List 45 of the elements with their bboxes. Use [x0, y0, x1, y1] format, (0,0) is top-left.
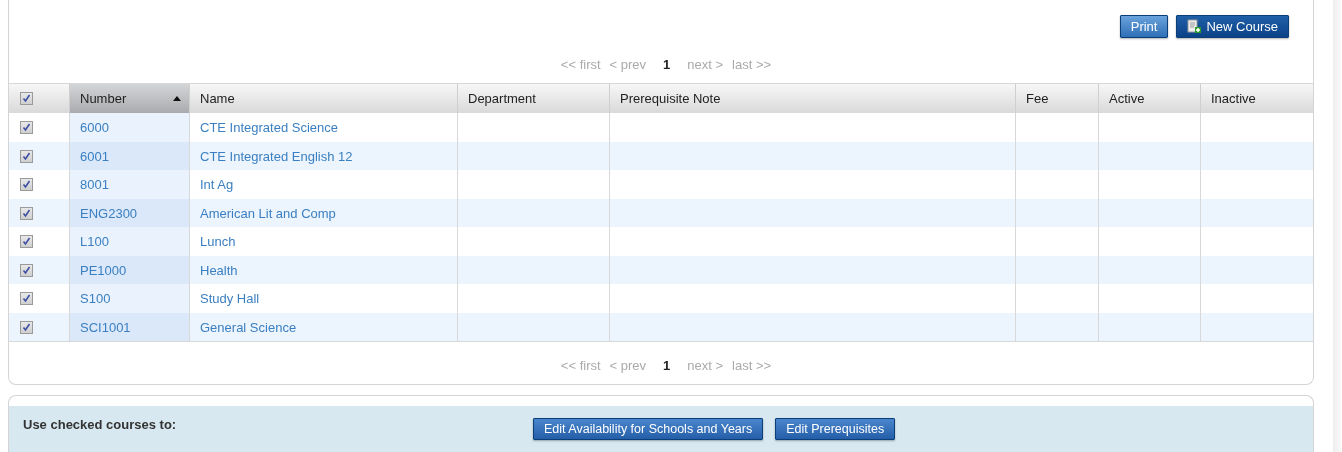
course-number-link[interactable]: L100 [69, 227, 189, 256]
pager-link[interactable]: next > [687, 56, 724, 72]
pager-link[interactable]: 1 [663, 357, 671, 373]
column-header[interactable]: Active [1098, 84, 1200, 114]
column-header[interactable]: Inactive [1200, 84, 1313, 114]
column-header[interactable]: Name [189, 84, 457, 114]
checkbox[interactable] [20, 235, 33, 249]
course-name-link[interactable]: General Science [189, 312, 457, 342]
pager-link[interactable]: < prev [609, 56, 647, 72]
checkbox[interactable] [20, 92, 33, 106]
checkbox[interactable] [20, 121, 33, 135]
checkbox[interactable] [20, 149, 33, 163]
course-name-link[interactable]: CTE Integrated English 12 [189, 141, 457, 171]
checkbox[interactable] [20, 206, 33, 220]
pager-link[interactable]: << first [560, 56, 601, 72]
pager-link[interactable]: << first [560, 357, 601, 373]
sort-arrow-icon [173, 96, 181, 102]
course-number-link[interactable]: S100 [69, 284, 189, 313]
column-header[interactable]: Department [457, 84, 609, 114]
pager-link[interactable]: 1 [663, 56, 671, 72]
course-name-link[interactable]: Health [189, 255, 457, 285]
column-header[interactable]: Fee [1015, 84, 1098, 114]
course-number-link[interactable]: ENG2300 [69, 198, 189, 228]
course-number-link[interactable]: PE1000 [69, 255, 189, 285]
course-number-link[interactable]: SCI1001 [69, 312, 189, 342]
checkbox[interactable] [20, 292, 33, 306]
pager-link[interactable]: last >> [732, 56, 772, 72]
checkbox[interactable] [20, 178, 33, 192]
pager-link[interactable]: next > [687, 357, 724, 373]
course-number-link[interactable]: 6001 [69, 141, 189, 171]
action-label: Use checked courses to: [23, 416, 178, 432]
pager-link[interactable]: < prev [609, 357, 647, 373]
course-number-link[interactable]: 8001 [69, 170, 189, 199]
checkbox[interactable] [20, 263, 33, 277]
print-button[interactable]: Print [1119, 15, 1169, 38]
course-number-link[interactable]: 6000 [69, 113, 189, 142]
pager-link[interactable]: last >> [732, 357, 772, 373]
add-document-icon [1187, 19, 1202, 34]
column-header[interactable]: Prerequisite Note [609, 84, 1015, 114]
checkbox[interactable] [20, 320, 33, 334]
column-header[interactable]: Number [69, 84, 189, 114]
action-button[interactable]: Edit Availability for Schools and Years [533, 418, 764, 440]
new-course-button[interactable]: New Course [1176, 15, 1289, 38]
course-name-link[interactable]: American Lit and Comp [189, 198, 457, 228]
action-button[interactable]: Edit Prerequisites [775, 418, 896, 440]
